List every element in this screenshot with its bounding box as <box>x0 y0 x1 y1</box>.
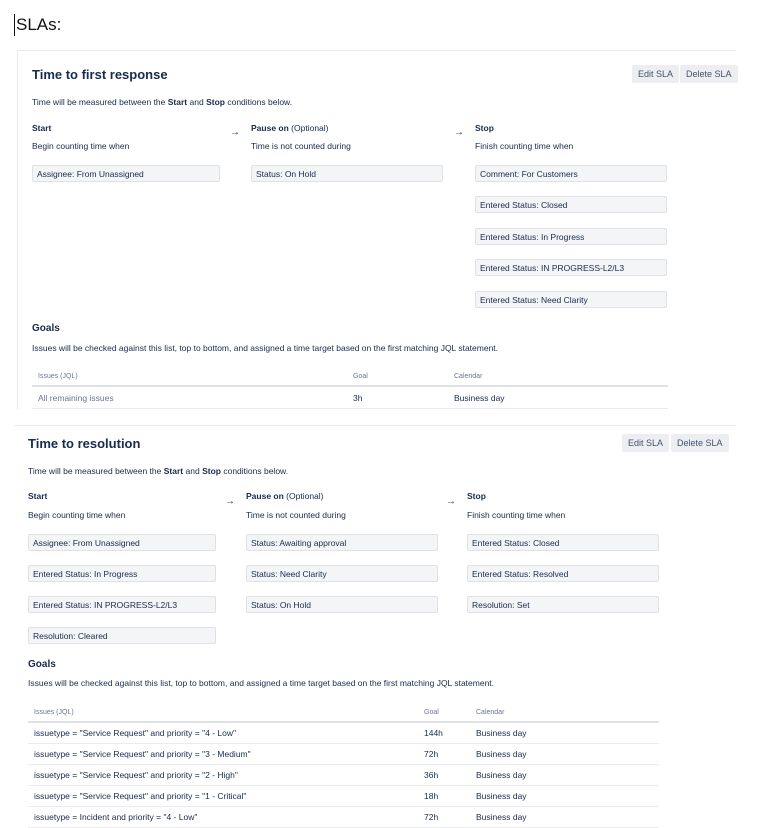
arrow-right-icon: → <box>225 496 235 507</box>
cell-issues: issuetype = "Service Request" and priori… <box>34 728 236 738</box>
stop-condition: Entered Status: Closed <box>467 534 659 551</box>
stop-subtitle: Finish counting time when <box>475 141 574 151</box>
start-condition: Resolution: Cleared <box>28 627 216 644</box>
pause-condition: Status: Awaiting approval <box>246 534 438 551</box>
start-condition: Assignee: From Unassigned <box>28 534 216 551</box>
stop-condition: Entered Status: Closed <box>475 196 667 213</box>
pause-condition: Status: Need Clarity <box>246 565 438 582</box>
cell-issues: All remaining issues <box>38 393 114 403</box>
column-header-calendar: Calendar <box>454 373 483 380</box>
stop-heading: Stop <box>467 491 486 501</box>
cell-calendar: Business day <box>476 749 527 759</box>
cell-calendar: Business day <box>476 791 527 801</box>
goals-heading: Goals <box>32 323 60 334</box>
sla-title: Time to first response <box>32 67 168 82</box>
sla-description: Time will be measured between the Start … <box>32 97 293 107</box>
table-row: All remaining issues 3h Business day <box>32 388 668 409</box>
cell-calendar: Business day <box>454 393 505 403</box>
arrow-right-icon: → <box>454 127 464 138</box>
goals-description: Issues will be checked against this list… <box>32 343 499 353</box>
column-header-issues: Issues (JQL) <box>38 373 78 380</box>
cell-goal: 72h <box>424 812 439 822</box>
sla-panel-resolution: Time to resolution Edit SLA Delete SLA T… <box>14 425 736 828</box>
cell-issues: issuetype = Incident and priority = "4 -… <box>34 812 198 822</box>
start-condition: Assignee: From Unassigned <box>32 165 220 182</box>
stop-condition: Resolution: Set <box>467 596 659 613</box>
cell-issues: issuetype = "Service Request" and priori… <box>34 770 238 780</box>
stop-condition: Entered Status: IN PROGRESS-L2/L3 <box>475 259 667 276</box>
pause-subtitle: Time is not counted during <box>251 141 351 151</box>
pause-heading: Pause on (Optional) <box>251 123 329 133</box>
cell-goal: 72h <box>424 749 439 759</box>
stop-heading: Stop <box>475 123 494 133</box>
stop-subtitle: Finish counting time when <box>467 510 566 520</box>
table-header-divider <box>32 385 668 387</box>
edit-sla-button[interactable]: Edit SLA <box>622 434 670 452</box>
cell-goal: 18h <box>424 791 439 801</box>
start-heading: Start <box>28 491 48 501</box>
start-condition: Entered Status: In Progress <box>28 565 216 582</box>
sla-panel-first-response: Time to first response Edit SLA Delete S… <box>17 50 738 409</box>
column-header-calendar: Calendar <box>476 709 505 716</box>
arrow-right-icon: → <box>446 496 456 507</box>
sla-title: Time to resolution <box>28 436 141 451</box>
pause-condition: Status: On Hold <box>251 165 443 182</box>
cell-goal: 144h <box>424 728 443 738</box>
table-row: issuetype = "Service Request" and priori… <box>28 765 659 786</box>
table-row: issuetype = Incident and priority = "4 -… <box>28 807 659 828</box>
cell-issues: issuetype = "Service Request" and priori… <box>34 749 251 759</box>
stop-condition: Entered Status: Resolved <box>467 565 659 582</box>
cell-issues: issuetype = "Service Request" and priori… <box>34 791 247 801</box>
edit-sla-button[interactable]: Edit SLA <box>632 65 680 83</box>
pause-heading: Pause on (Optional) <box>246 491 324 501</box>
delete-sla-button[interactable]: Delete SLA <box>671 434 729 452</box>
cell-calendar: Business day <box>476 770 527 780</box>
stop-condition: Entered Status: In Progress <box>475 228 667 245</box>
goals-description: Issues will be checked against this list… <box>28 678 495 688</box>
pause-condition: Status: On Hold <box>246 596 438 613</box>
table-row: issuetype = "Service Request" and priori… <box>28 786 659 807</box>
cell-calendar: Business day <box>476 728 527 738</box>
start-heading: Start <box>32 123 52 133</box>
stop-condition: Entered Status: Need Clarity <box>475 291 667 308</box>
goals-heading: Goals <box>28 659 56 670</box>
sla-description: Time will be measured between the Start … <box>28 466 289 476</box>
start-condition: Entered Status: IN PROGRESS-L2/L3 <box>28 596 216 613</box>
delete-sla-button[interactable]: Delete SLA <box>680 65 738 83</box>
pause-subtitle: Time is not counted during <box>246 510 346 520</box>
arrow-right-icon: → <box>230 127 240 138</box>
column-header-goal: Goal <box>353 373 368 380</box>
start-subtitle: Begin counting time when <box>28 510 126 520</box>
stop-condition: Comment: For Customers <box>475 165 667 182</box>
cell-goal: 3h <box>353 393 363 403</box>
table-row: issuetype = "Service Request" and priori… <box>28 744 659 765</box>
cell-calendar: Business day <box>476 812 527 822</box>
table-row: issuetype = "Service Request" and priori… <box>28 723 659 744</box>
page-heading: SLAs: <box>14 14 62 36</box>
cell-goal: 36h <box>424 770 439 780</box>
column-header-goal: Goal <box>424 709 439 716</box>
column-header-issues: Issues (JQL) <box>34 709 74 716</box>
start-subtitle: Begin counting time when <box>32 141 130 151</box>
